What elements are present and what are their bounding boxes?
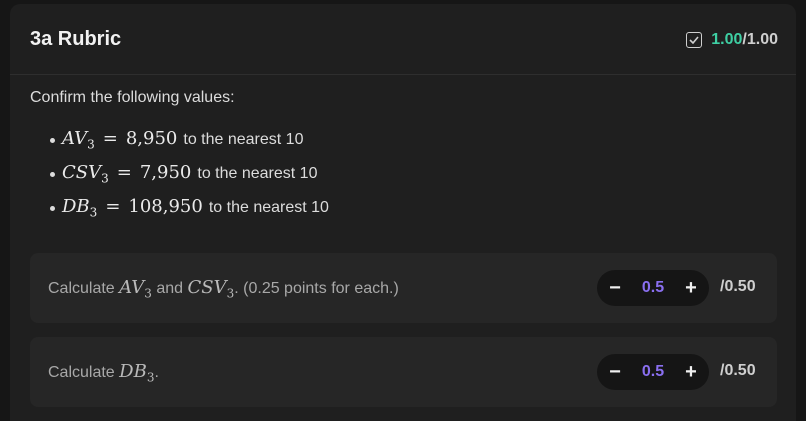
rubric-header: 3a Rubric 1.00 /1.00	[10, 4, 796, 75]
rubric-item-av-csv: Calculate AV3 and CSV3. (0.25 points for…	[30, 253, 777, 323]
math-expression: AV3 = 8,950	[62, 128, 178, 152]
list-item: CSV3 = 7,950 to the nearest 10	[50, 157, 329, 191]
score-display: 1.00 /1.00	[686, 31, 778, 49]
math-expression: CSV3 = 7,950	[62, 162, 192, 186]
rubric-prompt: Confirm the following values:	[30, 89, 235, 106]
bullet-icon	[50, 205, 55, 211]
rubric-item-db: Calculate DB3. − 0.5 + /0.50	[30, 337, 777, 407]
score-earned: 1.00	[711, 31, 743, 48]
points-value[interactable]: 0.5	[642, 279, 664, 297]
rubric-item-label: Calculate DB3.	[48, 361, 159, 385]
math-expression: DB3 = 108,950	[62, 196, 203, 220]
value-suffix: to the nearest 10	[197, 165, 318, 182]
score-total: /1.00	[742, 31, 778, 48]
increment-button[interactable]: +	[673, 270, 709, 306]
values-list: AV3 = 8,950 to the nearest 10 CSV3 = 7,950 t…	[50, 123, 329, 225]
points-value[interactable]: 0.5	[642, 363, 664, 381]
value-suffix: to the nearest 10	[183, 131, 304, 148]
points-out-of: /0.50	[720, 362, 756, 379]
checkbox-checked-icon	[686, 32, 703, 48]
rubric-title: 3a Rubric	[30, 28, 122, 50]
points-stepper: − 0.5 +	[597, 354, 709, 390]
value-suffix: to the nearest 10	[208, 199, 329, 216]
bullet-icon	[50, 171, 55, 177]
list-item: AV3 = 8,950 to the nearest 10	[50, 123, 329, 157]
increment-button[interactable]: +	[673, 354, 709, 390]
rubric-item-label: Calculate AV3 and CSV3. (0.25 points for…	[48, 277, 399, 301]
decrement-button[interactable]: −	[597, 270, 633, 306]
list-item: DB3 = 108,950 to the nearest 10	[50, 191, 329, 225]
rubric-card: 3a Rubric 1.00 /1.00 Confirm the followi…	[10, 4, 796, 421]
points-stepper: − 0.5 +	[597, 270, 709, 306]
decrement-button[interactable]: −	[597, 354, 633, 390]
bullet-icon	[50, 137, 55, 143]
points-out-of: /0.50	[720, 278, 756, 295]
